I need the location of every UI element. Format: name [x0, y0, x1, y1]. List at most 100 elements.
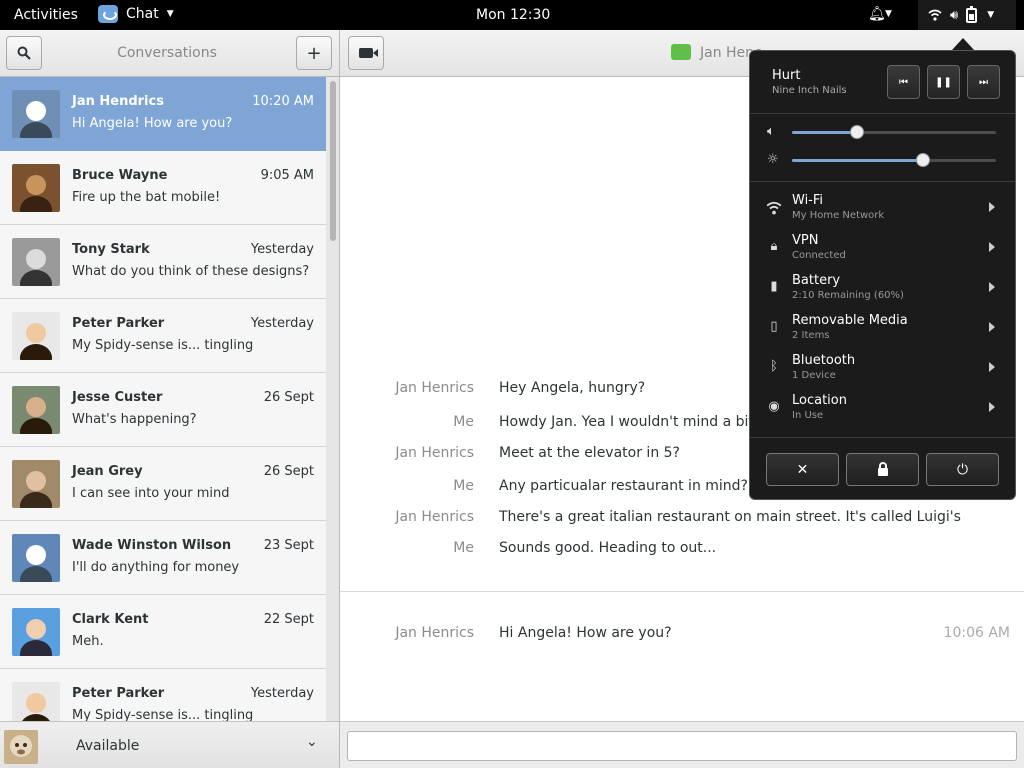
- conversation-name: Wade Winston Wilson: [72, 538, 232, 553]
- menu-separator: [750, 181, 1015, 182]
- location-menu-item[interactable]: ◉ Location In Use: [750, 390, 1015, 430]
- volume-muted-icon: 🔈︎: [767, 124, 775, 139]
- conversation-preview: Hi Angela! How are you?: [72, 116, 233, 131]
- message-text: Hi Angela! How are you?: [499, 625, 672, 641]
- plus-icon: +: [306, 42, 322, 64]
- presence-status-bar[interactable]: Available ⌄: [0, 721, 340, 768]
- clock[interactable]: Mon 12:30: [476, 7, 550, 23]
- chat-bubble-icon: [671, 44, 691, 60]
- conversation-list-scrollbar[interactable]: [326, 77, 340, 721]
- new-conversation-button[interactable]: +: [296, 36, 332, 70]
- activities-button[interactable]: Activities: [14, 7, 78, 23]
- pause-button[interactable]: ❚❚: [927, 65, 960, 99]
- conversation-item[interactable]: Wade Winston Wilson 23 Sept I'll do anythi…: [0, 521, 326, 595]
- conversation-item[interactable]: Jan Hendrics 10:20 AM Hi Angela! How are y…: [0, 77, 326, 151]
- message-sender: Jan Henrics: [395, 445, 474, 461]
- conversation-preview: My Spidy-sense is... tingling: [72, 708, 254, 721]
- message-text: Any particualar restaurant in mind?: [499, 478, 748, 494]
- lock-screen-button[interactable]: [846, 453, 919, 486]
- presence-label: Available: [76, 738, 140, 754]
- bluetooth-icon: ᛒ: [770, 359, 778, 374]
- message-input-bar: [340, 721, 1024, 768]
- wifi-icon: [766, 201, 782, 215]
- message-text: There's a great italian restaurant on ma…: [499, 509, 961, 525]
- battery-icon: ▮: [770, 279, 778, 294]
- contact-avatar: [12, 608, 60, 656]
- wifi-status: My Home Network: [792, 210, 885, 221]
- conversation-item[interactable]: Peter Parker Yesterday My Spidy-sense is..…: [0, 299, 326, 373]
- message-sender: Jan Henrics: [395, 380, 474, 396]
- conversation-list[interactable]: Jan Hendrics 10:20 AM Hi Angela! How are y…: [0, 77, 326, 721]
- volume-slider[interactable]: [792, 125, 996, 139]
- vpn-lock-icon: 🔒︎: [770, 239, 778, 254]
- menu-pointer: [952, 38, 974, 50]
- conversation-time: 10:20 AM: [252, 94, 314, 109]
- conversation-preview: My Spidy-sense is... tingling: [72, 338, 254, 353]
- conversation-name: Peter Parker: [72, 316, 165, 331]
- conversation-name: Jesse Custer: [72, 390, 163, 405]
- wifi-label: Wi-Fi: [792, 193, 824, 208]
- wifi-menu-item[interactable]: Wi-Fi My Home Network: [750, 190, 1015, 230]
- brightness-slider-fill: [792, 159, 923, 162]
- conversation-item[interactable]: Tony Stark Yesterday What do you think of …: [0, 225, 326, 299]
- bluetooth-label: Bluetooth: [792, 353, 856, 368]
- settings-button[interactable]: ✕: [766, 453, 839, 486]
- expand-arrow-icon: [989, 322, 995, 332]
- contact-avatar: [12, 460, 60, 508]
- volume-slider-handle[interactable]: [850, 125, 865, 139]
- app-menu[interactable]: Chat ▼: [98, 5, 174, 23]
- conversation-name: Jan Hendrics: [72, 94, 164, 109]
- bluetooth-status: 1 Device: [792, 370, 836, 381]
- removable-media-menu-item[interactable]: ▯ Removable Media 2 Items: [750, 310, 1015, 350]
- brightness-slider[interactable]: [792, 153, 996, 167]
- message-text: Sounds good. Heading to out...: [499, 540, 717, 556]
- conversations-title: Conversations: [117, 45, 217, 61]
- conversation-item[interactable]: Clark Kent 22 Sept Meh.: [0, 595, 326, 669]
- expand-arrow-icon: [989, 402, 995, 412]
- message-text: Meet at the elevator in 5?: [499, 445, 680, 461]
- chat-app-icon: [98, 5, 118, 23]
- conversation-preview: Meh.: [72, 634, 104, 649]
- message-time: 10:06 AM: [943, 625, 1010, 641]
- brightness-slider-handle[interactable]: [915, 153, 930, 167]
- message-input[interactable]: [347, 731, 1017, 761]
- conversation-item[interactable]: Bruce Wayne 9:05 AM Fire up the bat mobile…: [0, 151, 326, 225]
- conversation-preview: What's happening?: [72, 412, 197, 427]
- battery-label: Battery: [792, 273, 841, 288]
- message-sender: Me: [453, 414, 474, 430]
- conversation-time: 9:05 AM: [260, 168, 314, 183]
- contact-avatar: [12, 312, 60, 360]
- chevron-down-icon[interactable]: ⌄: [306, 734, 318, 750]
- battery-status: 2:10 Remaining (60%): [792, 290, 904, 301]
- expand-arrow-icon: [989, 202, 995, 212]
- conversation-name: Tony Stark: [72, 242, 150, 257]
- app-menu-label: Chat: [126, 6, 159, 22]
- top-bar: Activities Chat ▼ Mon 12:30 🔔︎ ▼ 🔊︎ ▼: [0, 0, 1024, 30]
- scrollbar-thumb[interactable]: [330, 81, 336, 241]
- menu-separator: [750, 113, 1015, 114]
- bluetooth-menu-item[interactable]: ᛒ Bluetooth 1 Device: [750, 350, 1015, 390]
- expand-arrow-icon: [989, 242, 995, 252]
- system-status-area[interactable]: 🔊︎ ▼: [918, 0, 1016, 30]
- message-text: Howdy Jan. Yea I wouldn't mind a bite.: [499, 414, 767, 430]
- usb-drive-icon: ▯: [770, 319, 778, 334]
- user-avatar: [4, 730, 38, 764]
- media-title: Hurt: [772, 68, 801, 83]
- power-off-button[interactable]: ⏻: [926, 453, 999, 486]
- message-sender: Jan Henrics: [395, 625, 474, 641]
- previous-track-button[interactable]: ⏮︎: [887, 65, 920, 99]
- message-sender: Jan Henrics: [395, 509, 474, 525]
- conversation-item[interactable]: Jean Grey 26 Sept I can see into your mind: [0, 447, 326, 521]
- conversation-time: 23 Sept: [263, 538, 314, 553]
- menu-separator: [750, 437, 1015, 438]
- conversation-item[interactable]: Peter Parker Yesterday My Spidy-sense is..…: [0, 669, 326, 721]
- video-call-button[interactable]: [348, 36, 384, 70]
- vpn-menu-item[interactable]: 🔒︎ VPN Connected: [750, 230, 1015, 270]
- power-icon: ⏻: [956, 461, 969, 478]
- next-track-button[interactable]: ⏭︎: [967, 65, 1000, 99]
- battery-menu-item[interactable]: ▮ Battery 2:10 Remaining (60%): [750, 270, 1015, 310]
- conversation-item[interactable]: Jesse Custer 26 Sept What's happening?: [0, 373, 326, 447]
- conversation-time: 26 Sept: [263, 390, 314, 405]
- conversations-header: Conversations +: [0, 30, 340, 77]
- bell-icon[interactable]: 🔔︎: [868, 6, 886, 22]
